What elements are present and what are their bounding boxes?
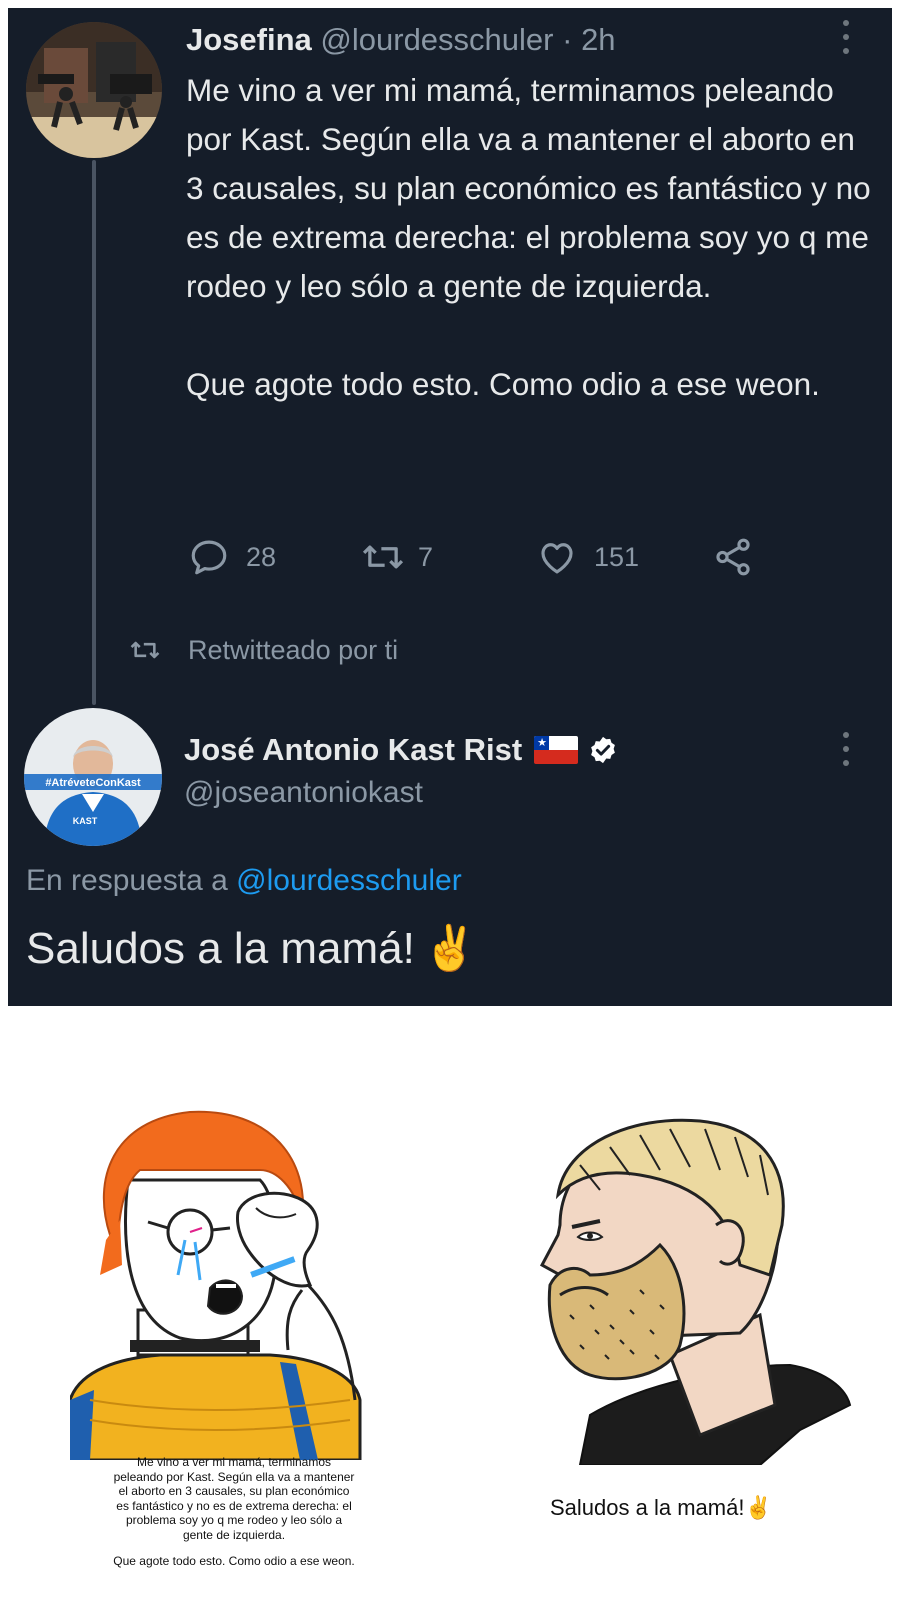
tweet1-body: Me vino a ver mi mamá, terminamos pelean… bbox=[186, 66, 876, 409]
like-button[interactable]: 151 bbox=[536, 534, 639, 580]
victory-hand-emoji: ✌️ bbox=[744, 1495, 772, 1520]
bearded-chad-illustration bbox=[539, 1118, 852, 1465]
tweet2-header: José Antonio Kast Rist ★ bbox=[184, 728, 618, 772]
wojak-caption: Me vino a ver mi mamá, terminamos pelean… bbox=[112, 1455, 356, 1569]
avatar-logo-text: KAST bbox=[73, 816, 98, 826]
crying-wojak-illustration bbox=[70, 1110, 362, 1460]
twitter-thread: Josefina @lourdesschuler · 2h Me vino a … bbox=[8, 8, 892, 1006]
tweet1-action-bar: 28 7 151 bbox=[186, 534, 786, 580]
avatar-josefina[interactable] bbox=[26, 22, 162, 158]
retweet-count: 7 bbox=[418, 541, 434, 572]
wojak-caption-paragraph-2: Que agote todo esto. Como odio a ese weo… bbox=[113, 1554, 355, 1568]
reply-mention-link[interactable]: @lourdesschuler bbox=[236, 864, 462, 897]
tweet2-body: Saludos a la mamá! ✌️ bbox=[26, 924, 478, 974]
share-icon bbox=[716, 538, 750, 576]
thread-connector-line bbox=[92, 160, 96, 705]
retweet-icon bbox=[362, 545, 404, 569]
tweet2-author-handle[interactable]: @joseantoniokast bbox=[184, 776, 423, 810]
chile-flag-icon: ★ bbox=[534, 736, 579, 764]
retweeted-by-notice: Retwitteado por ti bbox=[128, 630, 398, 670]
tweet1-timestamp[interactable]: 2h bbox=[581, 22, 615, 57]
heart-icon bbox=[541, 543, 573, 574]
chad-caption-text: Saludos a la mamá! bbox=[550, 1495, 745, 1520]
reply-button[interactable]: 28 bbox=[188, 534, 276, 580]
retweet-icon bbox=[130, 641, 160, 659]
tweet1-separator: · bbox=[562, 22, 573, 57]
like-count: 151 bbox=[594, 541, 640, 572]
share-button[interactable] bbox=[712, 534, 754, 580]
reply-context-prefix: En respuesta a bbox=[26, 864, 228, 897]
avatar-kast[interactable]: #AtréveteConKast KAST bbox=[24, 708, 162, 846]
wojak-caption-paragraph-1: Me vino a ver mi mamá, terminamos pelean… bbox=[113, 1455, 355, 1542]
retweet-button[interactable]: 7 bbox=[360, 534, 433, 580]
avatar-banner-text: #AtréveteConKast bbox=[45, 777, 141, 789]
reply-context: En respuesta a @lourdesschuler bbox=[26, 864, 462, 898]
tweet2-author-name[interactable]: José Antonio Kast Rist bbox=[184, 732, 522, 768]
chad-caption: Saludos a la mamá!✌️ bbox=[550, 1495, 772, 1521]
tweet1-text-paragraph-1: Me vino a ver mi mamá, terminamos pelean… bbox=[186, 72, 871, 304]
avatar-photo-icon bbox=[26, 22, 162, 158]
reply-count: 28 bbox=[246, 541, 277, 572]
tweet1-author-name[interactable]: Josefina bbox=[186, 22, 312, 57]
more-vertical-icon[interactable] bbox=[842, 732, 850, 766]
avatar-photo-icon: #AtréveteConKast KAST bbox=[24, 708, 162, 846]
tweet1-header: Josefina @lourdesschuler · 2h bbox=[186, 20, 616, 60]
tweet1-text-paragraph-2: Que agote todo esto. Como odio a ese weo… bbox=[186, 366, 820, 402]
tweet1-author-handle[interactable]: @lourdesschuler bbox=[320, 22, 553, 57]
tweet2-text: Saludos a la mamá! bbox=[26, 924, 415, 973]
retweeted-by-label: Retwitteado por ti bbox=[188, 634, 399, 665]
more-vertical-icon[interactable] bbox=[842, 20, 850, 54]
verified-badge-icon bbox=[591, 736, 616, 764]
victory-hand-emoji: ✌️ bbox=[422, 924, 478, 973]
reply-icon bbox=[191, 540, 227, 575]
meme-panel: Me vino a ver mi mamá, terminamos pelean… bbox=[0, 1010, 900, 1600]
